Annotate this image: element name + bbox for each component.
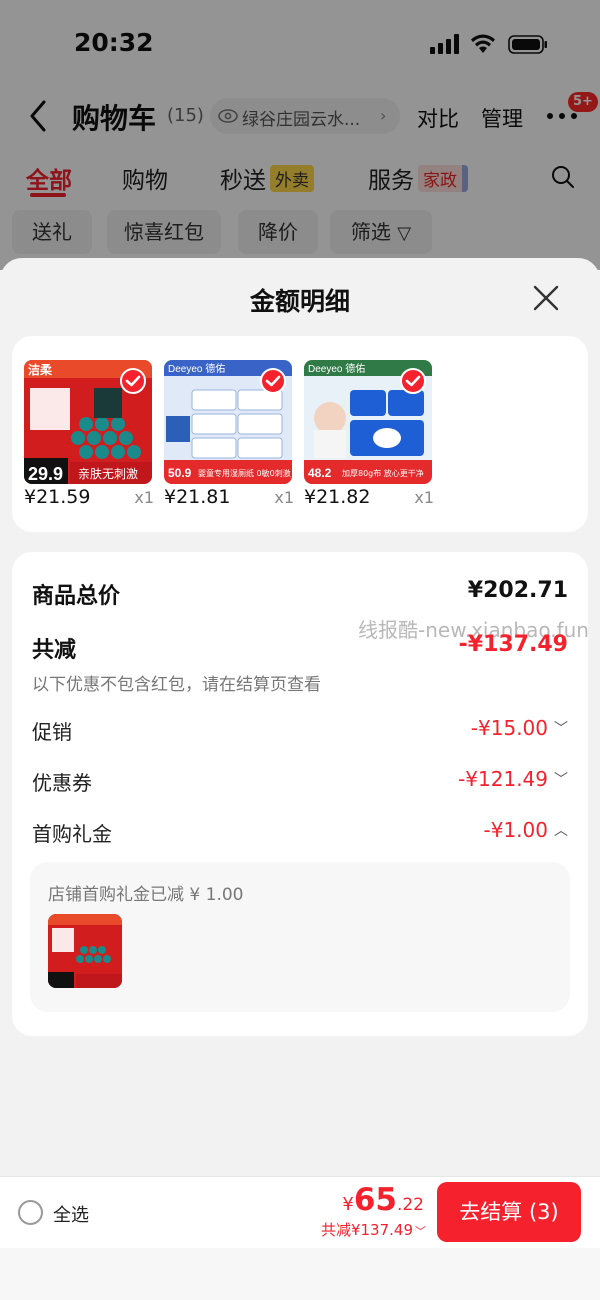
product-image: 洁柔 29.9 亲肤无刺激 <box>24 360 152 484</box>
good-quantity: x1 <box>414 488 434 507</box>
checkmark-icon <box>260 368 286 394</box>
selected-good-3[interactable]: Deeyeo 德佑 48.2 加厚80g布 放心更干净 ¥21.82 x1 <box>304 360 434 510</box>
checkmark-icon <box>120 368 146 394</box>
coupon-value: -¥121.49 <box>458 767 548 791</box>
gift-value-wrap: -¥1.00 ︿ <box>484 818 568 842</box>
promotion-value: -¥15.00 <box>470 716 548 740</box>
gift-note: 店铺首购礼金已减 ¥ 1.00 <box>48 885 244 905</box>
selected-good-2[interactable]: Deeyeo 德佑 50.9 婴童专用湿厕纸 0敏0刺激 ¥21.81 x1 <box>164 360 294 510</box>
gift-detail-box: 店铺首购礼金已减 ¥ 1.00 <box>30 862 570 1012</box>
product-1-price-badge: 29.9 <box>28 464 63 484</box>
promotion-value-wrap: -¥15.00 ﹀ <box>471 716 568 740</box>
product-image: Deeyeo 德佑 48.2 加厚80g布 放心更干净 <box>304 360 432 484</box>
amount-detail-sheet: 金额明细 洁柔 29.9 亲肤无刺激 ¥21.59 x1 Deeyeo 德佑 5… <box>0 258 600 1300</box>
good-price: ¥21.82 <box>304 486 371 508</box>
good-price: ¥21.81 <box>164 486 231 508</box>
coupon-label: 优惠券 <box>32 771 92 795</box>
total-price-value: ¥202.71 <box>467 578 568 603</box>
home-indicator-area <box>0 1248 600 1300</box>
chevron-down-icon: ﹀ <box>415 1225 426 1238</box>
product-2-brand: Deeyeo 德佑 <box>168 362 225 375</box>
checkout-bar: 全选 ¥65.22 共减¥137.49 ﹀ 去结算 (3) <box>0 1176 600 1248</box>
first-purchase-gift-label: 首购礼金 <box>32 822 112 846</box>
product-2-price-badge: 50.9 <box>168 466 192 480</box>
good-price: ¥21.59 <box>24 486 91 508</box>
product-3-brand: Deeyeo 德佑 <box>308 362 365 375</box>
good-quantity: x1 <box>134 488 154 507</box>
promotion-label: 促销 <box>32 720 72 744</box>
price-symbol: ¥ <box>342 1194 354 1215</box>
product-1-brand: 洁柔 <box>28 362 53 377</box>
chevron-down-icon: ﹀ <box>554 772 568 788</box>
close-icon[interactable] <box>532 284 560 312</box>
coupon-value-wrap: -¥121.49 ﹀ <box>458 767 568 791</box>
payable-total: ¥65.22 <box>342 1182 424 1218</box>
sheet-title: 金额明细 <box>249 287 350 316</box>
checkout-button[interactable]: 去结算 (3) <box>437 1182 581 1242</box>
price-detail-card: 商品总价 ¥202.71 线报酷-new.xianbao.fun 共减 -¥13… <box>12 552 589 1036</box>
chevron-up-icon: ︿ <box>554 823 568 839</box>
product-2-promo: 婴童专用湿厕纸 0敏0刺激 <box>198 468 291 478</box>
product-image: Deeyeo 德佑 50.9 婴童专用湿厕纸 0敏0刺激 <box>164 360 292 484</box>
modal-overlay[interactable] <box>0 0 600 270</box>
selected-goods-card: 洁柔 29.9 亲肤无刺激 ¥21.59 x1 Deeyeo 德佑 50.9 婴… <box>12 336 588 532</box>
price-decimal: .22 <box>396 1195 424 1215</box>
total-reduce-label: 共减 <box>32 638 77 663</box>
selected-good-1[interactable]: 洁柔 29.9 亲肤无刺激 ¥21.59 x1 <box>24 360 154 510</box>
chevron-down-icon: ﹀ <box>554 721 568 737</box>
total-price-label: 商品总价 <box>32 584 121 609</box>
select-all-checkbox[interactable] <box>18 1200 43 1225</box>
total-reduce-toggle[interactable]: 共减¥137.49 ﹀ <box>321 1219 426 1240</box>
gift-product-image <box>48 914 122 988</box>
total-reduce-text: 共减¥137.49 <box>320 1221 413 1239</box>
price-integer: 65 <box>353 1182 397 1218</box>
select-all-label[interactable]: 全选 <box>53 1201 89 1227</box>
product-3-price-badge: 48.2 <box>308 466 332 480</box>
good-quantity: x1 <box>274 488 294 507</box>
checkmark-icon <box>400 368 426 394</box>
product-1-promo: 亲肤无刺激 <box>78 466 138 481</box>
product-3-promo: 加厚80g布 放心更干净 <box>342 468 424 478</box>
total-reduce-value: -¥137.49 <box>458 632 568 657</box>
first-purchase-gift-value: -¥1.00 <box>483 818 548 842</box>
discount-note: 以下优惠不包含红包，请在结算页查看 <box>32 675 321 695</box>
